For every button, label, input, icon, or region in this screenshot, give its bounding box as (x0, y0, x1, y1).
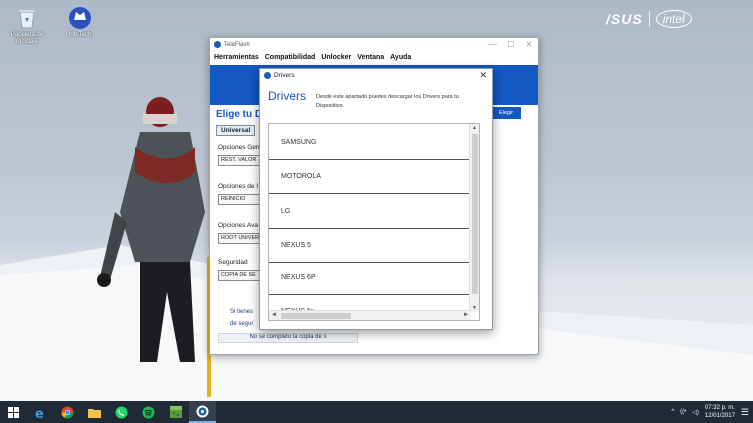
clock-date: 12/01/2017 (704, 413, 735, 419)
backup-note-line2: de segur (230, 321, 254, 327)
wifi-icon[interactable]: ((• (680, 409, 686, 415)
taskbar-teleflash[interactable] (189, 401, 216, 423)
menu-ventana[interactable]: Ventana (357, 54, 384, 61)
dialog-title: Drivers (274, 72, 295, 79)
backup-note-line1: Si tienes (230, 309, 254, 315)
infotech-label: InfoTech (68, 32, 92, 38)
device-heading: Elige tu Di (216, 109, 265, 120)
vertical-scroll-thumb[interactable] (472, 134, 478, 294)
taskbar-whatsapp[interactable] (108, 401, 135, 423)
section-opciones-de: Opciones de I (218, 183, 259, 190)
dialog-titlebar[interactable]: Drivers (260, 69, 492, 82)
taskbar-edge[interactable]: e (27, 401, 54, 423)
driver-item-nexus-6p[interactable]: NEXUS 6P (269, 261, 471, 295)
spotify-icon (142, 406, 155, 418)
minecraft-icon (169, 406, 182, 418)
scroll-left-arrow[interactable]: ◄ (271, 312, 277, 318)
drivers-list: SAMSUNG MOTOROLA LG NEXUS 5 NEXUS 6P NEX… (268, 123, 480, 321)
svg-text:e: e (35, 407, 44, 419)
teleflash-icon (196, 405, 209, 417)
brand-divider (648, 11, 650, 27)
dialog-logo-icon (264, 72, 271, 79)
system-tray: ^ ((• ◁) 07:32 p. m. 12/01/2017 ☰ (671, 401, 749, 423)
file-explorer-icon (88, 408, 101, 418)
volume-icon[interactable]: ◁) (692, 409, 699, 416)
menu-herramientas[interactable]: Herramientas (214, 54, 259, 61)
clock[interactable]: 07:32 p. m. 12/01/2017 (705, 404, 735, 420)
climber-illustration (97, 97, 211, 397)
horizontal-scrollbar[interactable]: ◄ ► (269, 310, 471, 320)
scroll-right-arrow[interactable]: ► (463, 312, 469, 318)
scroll-down-arrow[interactable]: ▼ (472, 305, 477, 311)
section-opciones-generales: Opciones Gen (218, 144, 260, 151)
asus-logo: /SUS (606, 11, 643, 27)
maximize-button[interactable]: ☐ (502, 38, 520, 51)
window-controls: — ☐ ✕ (484, 38, 538, 51)
driver-item-lg[interactable]: LG (269, 195, 471, 229)
app-logo-icon (214, 41, 221, 48)
taskbar: e ^ ((• ◁) 07:32 p. m. 12/01/2017 ☰ (0, 401, 753, 423)
close-button[interactable]: ✕ (520, 38, 538, 51)
menu-compatibilidad[interactable]: Compatibilidad (265, 54, 316, 61)
taskbar-chrome[interactable] (54, 401, 81, 423)
section-opciones-avanzadas: Opciones Ava (218, 222, 258, 229)
taskbar-file-explorer[interactable] (81, 401, 108, 423)
tab-universal[interactable]: Universal (216, 125, 256, 136)
driver-item-samsung[interactable]: SAMSUNG (269, 126, 471, 160)
driver-item-motorola[interactable]: MOTOROLA (269, 160, 471, 194)
chrome-icon (61, 406, 74, 419)
taskbar-spotify[interactable] (135, 401, 162, 423)
oem-branding: /SUS intel (606, 10, 692, 28)
drivers-dialog: Drivers ✕ Drivers Desde este apartado pu… (259, 68, 493, 330)
drivers-description: Desde este apartado puedes descargar los… (316, 94, 459, 109)
drivers-heading: Drivers (268, 89, 306, 103)
dialog-close-button[interactable]: ✕ (479, 70, 487, 81)
menu-ayuda[interactable]: Ayuda (390, 54, 411, 61)
desktop-icon-recycle-bin[interactable]: Papelera de reciclaje (5, 6, 49, 46)
windows-start-icon (8, 406, 19, 418)
mode-tabs: Universal (216, 125, 256, 136)
elegir-button[interactable]: Elegir (491, 107, 521, 119)
intel-logo: intel (655, 10, 692, 28)
horizontal-scroll-thumb[interactable] (281, 313, 351, 319)
whatsapp-icon (115, 406, 128, 418)
edge-icon: e (35, 407, 44, 419)
infotech-app-icon (67, 6, 93, 30)
backup-status: No se completo la copia de s (218, 333, 358, 343)
scroll-up-arrow[interactable]: ▲ (472, 125, 477, 131)
section-seguridad: Seguridad (218, 259, 248, 266)
vertical-scrollbar[interactable]: ▲ ▼ (469, 124, 479, 312)
driver-item-nexus-5[interactable]: NEXUS 5 (269, 229, 471, 263)
start-button[interactable] (0, 401, 27, 423)
app-title: TeleFlash (224, 41, 250, 48)
recycle-bin-icon (14, 6, 40, 30)
minimize-button[interactable]: — (484, 38, 502, 51)
menu-unlocker[interactable]: Unlocker (321, 54, 351, 61)
taskbar-minecraft[interactable] (162, 401, 189, 423)
recycle-bin-label: Papelera de reciclaje (10, 32, 44, 45)
clock-time: 07:32 p. m. (704, 405, 735, 411)
menu-bar: Herramientas Compatibilidad Unlocker Ven… (210, 51, 538, 63)
notifications-icon[interactable]: ☰ (741, 407, 749, 418)
desktop-icon-infotech[interactable]: InfoTech (58, 6, 102, 39)
tray-overflow-chevron-icon[interactable]: ^ (671, 409, 674, 415)
